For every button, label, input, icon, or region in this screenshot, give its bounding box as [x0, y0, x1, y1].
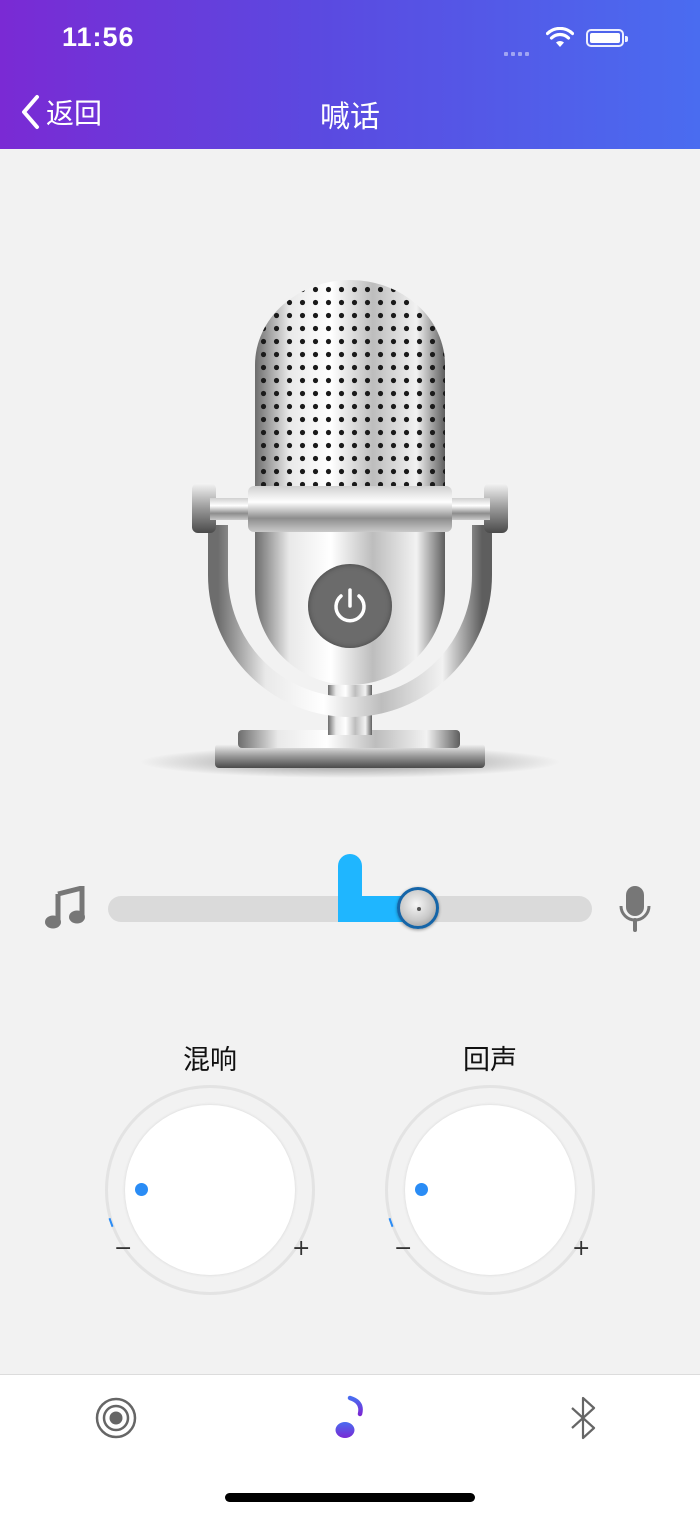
- tab-bluetooth[interactable]: [554, 1391, 614, 1445]
- status-icons: [504, 27, 664, 56]
- nav-header: 11:56 返回 喊话: [0, 0, 700, 149]
- power-button[interactable]: [308, 564, 392, 648]
- tab-target[interactable]: [86, 1391, 146, 1445]
- reverb-decrease-button[interactable]: −: [114, 1236, 132, 1261]
- home-indicator[interactable]: [225, 1493, 475, 1502]
- echo-knob-indicator: [415, 1183, 428, 1196]
- status-time: 11:56: [62, 22, 135, 52]
- target-icon: [95, 1397, 137, 1439]
- echo-knob[interactable]: [405, 1105, 575, 1275]
- battery-icon: [586, 29, 628, 47]
- home-area: [0, 1459, 700, 1515]
- wifi-icon: [546, 27, 574, 47]
- page-title: 喊话: [320, 100, 380, 135]
- mix-slider-thumb[interactable]: [397, 887, 439, 929]
- music-note-icon: [335, 1395, 363, 1438]
- echo-increase-button[interactable]: +: [572, 1236, 590, 1261]
- microphone-illustration: [140, 280, 560, 778]
- microphone-icon: [619, 886, 651, 932]
- echo-decrease-button[interactable]: −: [394, 1236, 412, 1261]
- tab-bar: [0, 1374, 700, 1460]
- tab-music[interactable]: [320, 1391, 380, 1445]
- power-icon: [334, 588, 366, 623]
- music-note-icon: [45, 886, 85, 929]
- reverb-label: 混响: [183, 1045, 237, 1076]
- echo-label: 回声: [463, 1045, 517, 1076]
- cellular-signal-icon: [504, 41, 536, 56]
- reverb-knob[interactable]: [125, 1105, 295, 1275]
- reverb-knob-indicator: [135, 1183, 148, 1196]
- bluetooth-icon: [571, 1396, 596, 1440]
- reverb-increase-button[interactable]: +: [292, 1236, 310, 1261]
